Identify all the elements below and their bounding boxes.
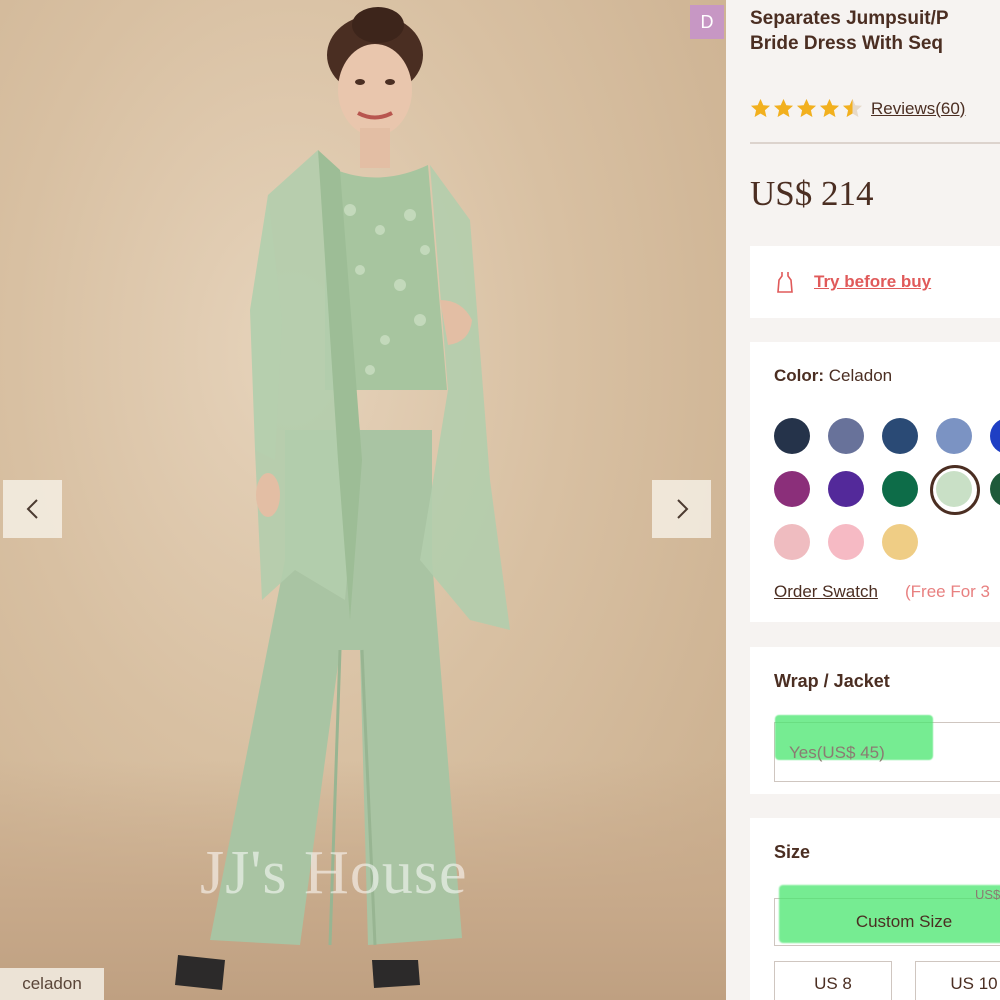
color-swatch-plum[interactable] — [774, 471, 810, 507]
color-swatch-hunter[interactable] — [990, 471, 1000, 507]
product-image-gallery[interactable]: JJ's House celadon D — [0, 0, 726, 1000]
product-price: US$ 214 — [750, 174, 874, 213]
size-option-us-10[interactable]: US 10 — [915, 961, 1000, 1000]
color-swatch-ink-blue[interactable] — [882, 418, 918, 454]
star-icon — [774, 99, 793, 117]
star-icon — [820, 99, 839, 117]
wrap-jacket-value: Yes(US$ 45) — [789, 743, 885, 762]
product-title-line-2: Bride Dress With Seq — [750, 33, 944, 54]
try-before-buy-card[interactable]: Try before buy — [750, 246, 1000, 318]
star-icon — [843, 99, 862, 117]
size-title: Size — [774, 842, 811, 862]
chevron-left-icon — [26, 499, 38, 519]
color-swatch-candy-pink[interactable] — [828, 524, 864, 560]
color-swatch-blushing-pink[interactable] — [774, 524, 810, 560]
star-icon — [797, 99, 816, 117]
brand-watermark: JJ's House — [200, 839, 468, 907]
color-swatch-royal-blue[interactable] — [990, 418, 1000, 454]
dress-icon — [777, 272, 793, 293]
chevron-right-icon — [676, 499, 688, 519]
color-swatch-celadon[interactable] — [930, 465, 980, 515]
gallery-prev-button[interactable] — [3, 480, 62, 538]
try-before-buy-link[interactable]: Try before buy — [814, 272, 931, 292]
image-color-tag: celadon — [0, 968, 104, 1000]
order-swatch-link[interactable]: Order Swatch — [774, 582, 878, 602]
divider — [750, 142, 1000, 144]
product-title-line-1: Separates Jumpsuit/P — [750, 8, 949, 29]
size-option-us-8[interactable]: US 8 — [774, 961, 892, 1000]
color-swatch-daffodil[interactable] — [882, 524, 918, 560]
color-swatch-cornflower[interactable] — [936, 418, 972, 454]
wrap-jacket-title: Wrap / Jacket — [774, 671, 890, 691]
gallery-next-button[interactable] — [652, 480, 711, 538]
color-swatch-dark-green[interactable] — [882, 471, 918, 507]
star-rating — [750, 98, 863, 119]
size-card: Size US$ Custom Size US 8 US 10 — [750, 818, 1000, 1000]
size-select[interactable]: US$ Custom Size — [774, 885, 1000, 946]
selected-color-name: Celadon — [828, 366, 893, 385]
product-title: Separates Jumpsuit/P Bride Dress With Se… — [750, 6, 1000, 56]
color-selector-card: Color: Celadon Order Swatch (Free For 3 — [750, 342, 1000, 622]
color-swatch-dark-navy[interactable] — [774, 418, 810, 454]
product-rating: Reviews(60) — [750, 98, 965, 119]
color-label: Color: Celadon — [774, 366, 892, 386]
product-info-panel: Separates Jumpsuit/P Bride Dress With Se… — [726, 0, 1000, 1000]
reviews-link[interactable]: Reviews(60) — [871, 99, 965, 119]
size-price-hint: US$ — [975, 887, 1000, 902]
color-swatch-slate-blue[interactable] — [828, 418, 864, 454]
selected-size: Custom Size — [855, 912, 953, 931]
color-swatch-regency[interactable] — [828, 471, 864, 507]
wrap-jacket-card: Wrap / Jacket Yes(US$ 45) — [750, 647, 1000, 794]
star-icon — [751, 99, 770, 117]
color-label-title: Color: — [774, 366, 825, 385]
corner-badge: D — [690, 5, 724, 39]
wrap-jacket-select[interactable]: Yes(US$ 45) — [774, 715, 1000, 782]
free-swatch-note: (Free For 3 — [905, 582, 991, 601]
